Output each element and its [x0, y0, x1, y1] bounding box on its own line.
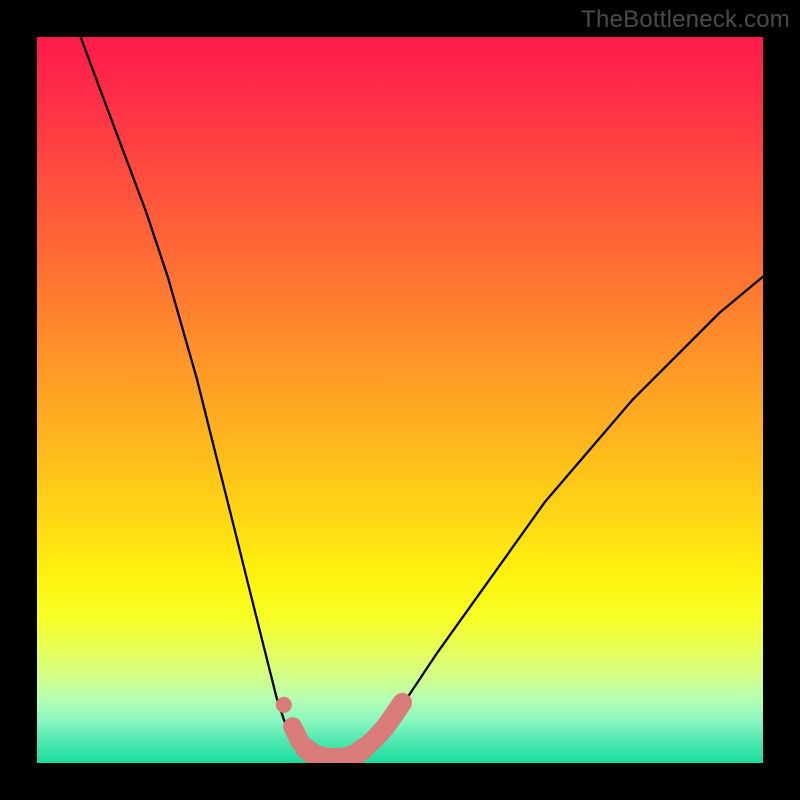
chart-svg — [37, 37, 763, 763]
plot-area — [37, 37, 763, 763]
marker-group — [276, 697, 402, 759]
watermark-text: TheBottleneck.com — [581, 6, 790, 34]
bottleneck-curve — [81, 37, 763, 763]
marker-right-long — [364, 703, 403, 749]
chart-frame: TheBottleneck.com — [0, 0, 800, 800]
marker-left-dot — [276, 697, 292, 713]
